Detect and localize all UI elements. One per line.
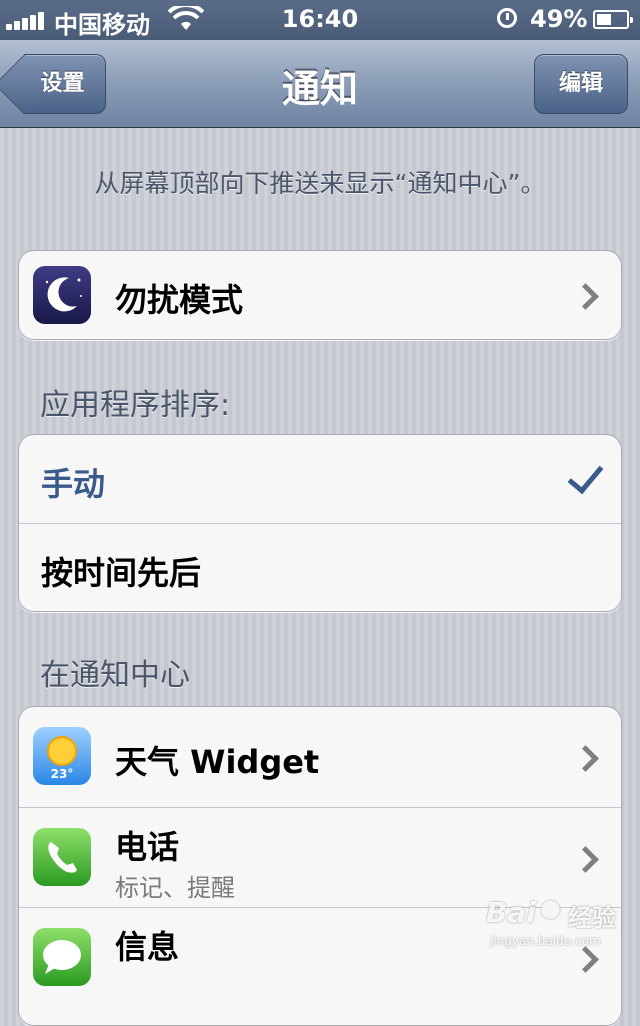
chevron-right-icon bbox=[572, 846, 599, 873]
watermark-cn: 经验 bbox=[568, 904, 616, 932]
checkmark-icon bbox=[567, 456, 604, 495]
status-bar: 中国移动 16:40 49% bbox=[0, 0, 640, 40]
navigation-bar: 设置 通知 编辑 bbox=[0, 40, 640, 128]
moon-icon bbox=[33, 266, 91, 324]
app-name: 天气 Widget bbox=[115, 743, 320, 781]
paw-icon: ● bbox=[540, 894, 561, 922]
phone-icon bbox=[33, 828, 91, 886]
app-row-phone[interactable]: 电话 标记、提醒 bbox=[19, 807, 621, 907]
sort-option-label: 手动 bbox=[41, 465, 106, 503]
notification-apps-group: 23° 天气 Widget 电话 标记、提醒 信息 bbox=[18, 706, 622, 1026]
sort-option-label: 按时间先后 bbox=[41, 554, 202, 592]
watermark-url: jingyan.baidu.com bbox=[490, 934, 601, 948]
weather-icon: 23° bbox=[33, 727, 91, 785]
alarm-clock-icon bbox=[497, 8, 517, 28]
pull-down-hint: 从屏幕顶部向下推送来显示“通知中心”。 bbox=[94, 169, 546, 198]
notification-center-header: 在通知中心 bbox=[40, 658, 190, 693]
sort-option-manual[interactable]: 手动 bbox=[19, 435, 621, 523]
app-alert-style: 标记、提醒 bbox=[115, 874, 235, 902]
battery-percentage: 49% bbox=[530, 5, 588, 33]
weather-temperature: 23° bbox=[50, 767, 74, 781]
chevron-right-icon bbox=[572, 283, 599, 310]
sort-section-header: 应用程序排序: bbox=[40, 388, 231, 423]
dnd-row[interactable]: 勿扰模式 bbox=[19, 251, 621, 339]
edit-button[interactable]: 编辑 bbox=[534, 54, 628, 114]
dnd-group: 勿扰模式 bbox=[18, 250, 622, 340]
dnd-label: 勿扰模式 bbox=[115, 281, 244, 319]
sort-option-by-time[interactable]: 按时间先后 bbox=[19, 523, 621, 611]
app-name: 信息 bbox=[115, 928, 180, 966]
app-row-weather[interactable]: 23° 天气 Widget bbox=[19, 707, 621, 807]
baidu-watermark: Bai ● 经验 jingyan.baidu.com bbox=[486, 894, 626, 952]
battery-icon bbox=[593, 10, 633, 29]
chevron-right-icon bbox=[572, 745, 599, 772]
app-name: 电话 bbox=[115, 828, 180, 866]
message-icon bbox=[33, 928, 91, 986]
sort-options-group: 手动 按时间先后 bbox=[18, 434, 622, 612]
battery-level-fill bbox=[597, 14, 611, 25]
watermark-brand: Bai bbox=[486, 896, 536, 929]
